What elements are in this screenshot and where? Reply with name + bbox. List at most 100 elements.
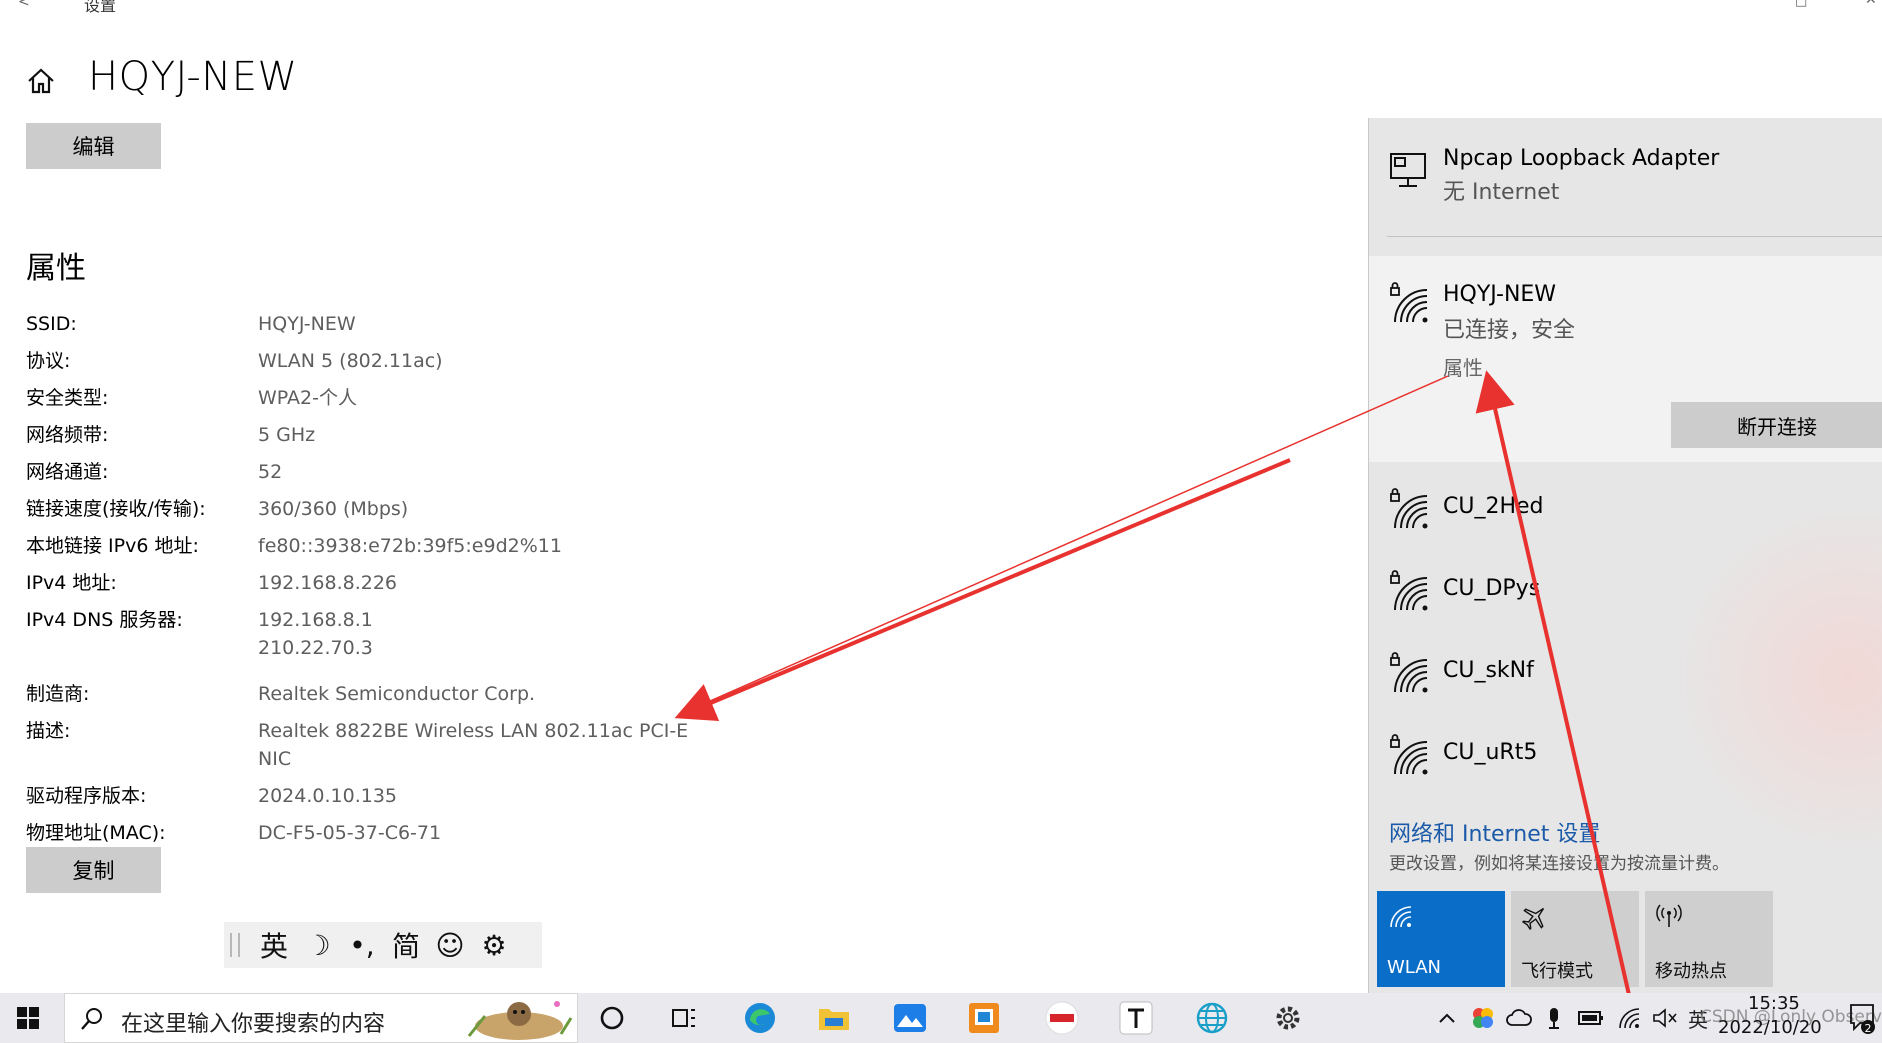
disconnect-button[interactable]: 断开连接 bbox=[1671, 402, 1882, 448]
network-item[interactable]: CU_skNf bbox=[1369, 634, 1882, 716]
adapter-item-npcap[interactable]: Npcap Loopback Adapter 无 Internet bbox=[1369, 118, 1882, 236]
clock-time[interactable]: 15:35 bbox=[1748, 993, 1800, 1014]
ethernet-icon bbox=[1390, 153, 1426, 187]
start-button[interactable] bbox=[0, 993, 56, 1043]
taskbar-app-photos[interactable] bbox=[884, 997, 936, 1039]
quick-action-label: 飞行模式 bbox=[1521, 961, 1593, 982]
property-label: IPv4 地址: bbox=[26, 572, 117, 594]
network-name: CU_DPys bbox=[1443, 576, 1541, 601]
property-value-line: 360/360 (Mbps) bbox=[258, 498, 409, 520]
network-properties-link[interactable]: 属性 bbox=[1443, 352, 1483, 381]
huaqing-app-icon bbox=[1045, 1001, 1079, 1035]
task-view-icon bbox=[672, 1009, 695, 1027]
speaker-muted-icon[interactable] bbox=[1650, 1003, 1680, 1033]
chevron-up-icon[interactable] bbox=[1434, 1003, 1460, 1033]
edit-button[interactable]: 编辑 bbox=[26, 123, 161, 169]
emoji-icon[interactable]: ☺ bbox=[428, 925, 472, 965]
search-icon bbox=[81, 1008, 102, 1030]
property-value-line: WPA2-个人 bbox=[258, 387, 357, 409]
property-value: 360/360 (Mbps) bbox=[258, 495, 698, 523]
maximize-button[interactable]: □ bbox=[1795, 0, 1807, 9]
ime-toolbar: 英 ☽ •, 简 ☺ ⚙ bbox=[224, 922, 542, 968]
ime-drag-handle[interactable] bbox=[230, 933, 240, 957]
wifi-tray-icon[interactable] bbox=[1614, 1003, 1644, 1033]
property-value-line: Realtek 8822BE Wireless LAN 802.11ac PCI… bbox=[258, 720, 689, 742]
search-highlight-illustration bbox=[467, 1001, 573, 1040]
property-row: SSID: HQYJ-NEW bbox=[26, 310, 706, 338]
punctuation-toggle[interactable]: •, bbox=[340, 925, 384, 965]
property-row: 网络通道: 52 bbox=[26, 458, 706, 486]
clock-date[interactable]: 2022/10/20 bbox=[1718, 1017, 1822, 1038]
property-value-line: 192.168.8.1 bbox=[258, 609, 373, 631]
property-row: 制造商: Realtek Semiconductor Corp. bbox=[26, 680, 706, 708]
taskbar-app-huaqing[interactable] bbox=[1036, 997, 1088, 1039]
copy-button[interactable]: 复制 bbox=[26, 847, 161, 893]
property-label: 驱动程序版本: bbox=[26, 785, 147, 807]
cloud-icon[interactable] bbox=[1504, 1003, 1534, 1033]
ime-language-toggle[interactable]: 英 bbox=[252, 925, 296, 965]
property-value-line: Realtek Semiconductor Corp. bbox=[258, 683, 536, 705]
property-value: 2024.0.10.135 bbox=[258, 782, 698, 810]
remote-desktop-icon bbox=[969, 1003, 999, 1033]
connected-network-name: HQYJ-NEW bbox=[1443, 282, 1557, 307]
taskbar: 在这里输入你要搜索的内容 英 CSDN @Lonly Observe 15:35… bbox=[0, 993, 1882, 1043]
flyout-divider bbox=[1387, 236, 1882, 237]
property-value: WLAN 5 (802.11ac) bbox=[258, 347, 698, 375]
property-value-line: NIC bbox=[258, 748, 292, 770]
quick-action-label: 移动热点 bbox=[1655, 961, 1727, 982]
network-item[interactable]: CU_uRt5 bbox=[1369, 716, 1882, 798]
property-row: 协议: WLAN 5 (802.11ac) bbox=[26, 347, 706, 375]
network-settings-link[interactable]: 网络和 Internet 设置 bbox=[1389, 816, 1600, 848]
battery-icon[interactable] bbox=[1576, 1003, 1606, 1033]
property-value: HQYJ-NEW bbox=[258, 310, 698, 338]
property-value: Realtek Semiconductor Corp. bbox=[258, 680, 698, 708]
moon-icon[interactable]: ☽ bbox=[296, 925, 340, 965]
taskbar-app-edge[interactable] bbox=[734, 997, 786, 1039]
property-value: 5 GHz bbox=[258, 421, 698, 449]
taskbar-app-network[interactable] bbox=[1186, 997, 1238, 1039]
simplified-toggle[interactable]: 简 bbox=[384, 925, 428, 965]
arrow-to-description bbox=[674, 458, 1291, 722]
cortana-button[interactable] bbox=[586, 997, 638, 1039]
home-icon[interactable] bbox=[26, 66, 56, 96]
property-value: fe80::3938:e72b:39f5:e9d2%11 bbox=[258, 532, 698, 560]
taskbar-app-settings[interactable] bbox=[1262, 997, 1314, 1039]
taskbar-search[interactable]: 在这里输入你要搜索的内容 bbox=[64, 993, 578, 1043]
notification-icon[interactable]: 2 bbox=[1848, 1001, 1876, 1035]
network-name: CU_uRt5 bbox=[1443, 740, 1538, 765]
network-name: CU_skNf bbox=[1443, 658, 1534, 683]
property-value-line: 52 bbox=[258, 461, 283, 483]
network-item-connected[interactable]: HQYJ-NEW 已连接，安全 属性 断开连接 bbox=[1369, 256, 1882, 462]
property-row: 网络频带: 5 GHz bbox=[26, 421, 706, 449]
gear-icon[interactable]: ⚙ bbox=[472, 925, 516, 965]
network-item[interactable]: CU_2Hed bbox=[1369, 470, 1882, 552]
property-row: 物理地址(MAC): DC-F5-05-37-C6-71 bbox=[26, 819, 706, 847]
property-label: IPv4 DNS 服务器: bbox=[26, 609, 183, 631]
taskbar-app-typora[interactable] bbox=[1110, 997, 1162, 1039]
taskbar-app-explorer[interactable] bbox=[808, 997, 860, 1039]
globe-icon bbox=[1196, 1002, 1228, 1034]
window-titlebar: < 设置 □ ✕ bbox=[0, 0, 1882, 15]
window-title: 设置 bbox=[84, 0, 117, 15]
settings-gear-icon bbox=[1276, 1006, 1300, 1030]
hotspot-icon bbox=[1656, 904, 1682, 927]
back-button[interactable]: < bbox=[18, 0, 30, 10]
taskbar-app-remote[interactable] bbox=[958, 997, 1010, 1039]
quick-action-wlan[interactable]: WLAN bbox=[1377, 891, 1505, 987]
property-label: SSID: bbox=[26, 313, 77, 335]
colorful-tray-icon[interactable] bbox=[1468, 1003, 1498, 1033]
close-button[interactable]: ✕ bbox=[1865, 0, 1877, 8]
task-view-button[interactable] bbox=[658, 997, 710, 1039]
network-settings-description: 更改设置，例如将某连接设置为按流量计费。 bbox=[1389, 854, 1729, 874]
quick-action-airplane[interactable]: 飞行模式 bbox=[1511, 891, 1639, 987]
wifi-icon bbox=[1390, 906, 1412, 928]
quick-action-hotspot[interactable]: 移动热点 bbox=[1645, 891, 1773, 987]
property-value: 192.168.8.1 210.22.70.3 bbox=[258, 606, 698, 662]
property-value: 52 bbox=[258, 458, 698, 486]
property-row: 驱动程序版本: 2024.0.10.135 bbox=[26, 782, 706, 810]
secured-wifi-icon bbox=[1390, 734, 1428, 775]
microphone-icon[interactable] bbox=[1540, 1003, 1568, 1033]
property-label: 网络通道: bbox=[26, 461, 109, 483]
secured-wifi-icon bbox=[1390, 282, 1428, 323]
network-item[interactable]: CU_DPys bbox=[1369, 552, 1882, 634]
